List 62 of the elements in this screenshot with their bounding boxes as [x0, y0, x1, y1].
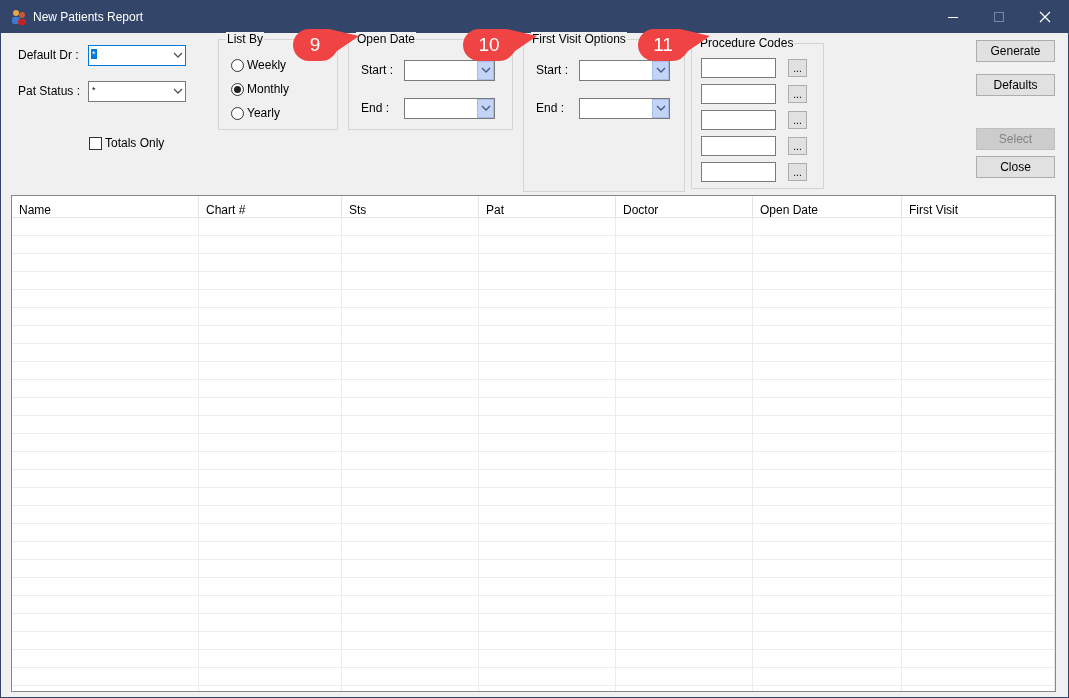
callout-number: 10: [477, 34, 501, 56]
chevron-down-icon: [655, 105, 666, 111]
radio-label: Yearly: [247, 106, 280, 120]
field-label: Default Dr :: [18, 48, 80, 62]
browse-button[interactable]: ...: [788, 137, 807, 155]
column-header[interactable]: Open Date: [753, 196, 902, 217]
checkbox-label: Totals Only: [105, 136, 165, 150]
chevron-down-icon: [173, 88, 183, 94]
group-title: Procedure Codes: [699, 36, 795, 50]
field-label: End :: [536, 101, 566, 115]
minimize-icon: [948, 16, 958, 18]
group-title: Open Date: [356, 32, 417, 46]
radio-button[interactable]: [231, 58, 244, 72]
callout-number: 9: [308, 34, 322, 56]
browse-button[interactable]: ...: [788, 111, 807, 129]
radio-dot-icon: [234, 85, 241, 93]
browse-button[interactable]: ...: [788, 85, 807, 103]
dropdown-field[interactable]: *: [88, 44, 186, 66]
checkbox[interactable]: [89, 136, 102, 150]
browse-button[interactable]: ...: [788, 59, 807, 77]
code-input[interactable]: [701, 58, 776, 78]
chevron-down-icon: [655, 67, 666, 73]
radio-label: Weekly: [247, 58, 287, 72]
column-header[interactable]: Pat: [479, 196, 616, 217]
field-label: Start :: [536, 63, 569, 77]
chevron-down-icon: [480, 105, 491, 111]
dropdown-field[interactable]: *: [88, 80, 186, 102]
close-icon: [1039, 11, 1051, 23]
callout-badge: [293, 29, 359, 61]
field-label: End :: [361, 101, 391, 115]
dropdown-button[interactable]: [652, 98, 669, 118]
dropdown-button[interactable]: [477, 98, 494, 118]
action-button[interactable]: Defaults: [976, 74, 1055, 96]
column-header[interactable]: Chart #: [199, 196, 342, 217]
window-title: New Patients Report: [33, 10, 145, 24]
field-label: Pat Status :: [18, 84, 82, 98]
browse-button[interactable]: ...: [788, 163, 807, 181]
code-input[interactable]: [701, 110, 776, 130]
radio-label: Monthly: [247, 82, 290, 96]
code-input[interactable]: [701, 136, 776, 156]
action-button[interactable]: Generate: [976, 40, 1055, 62]
field-label: Start :: [361, 63, 394, 77]
date-field[interactable]: [579, 97, 670, 119]
date-field[interactable]: [404, 97, 495, 119]
chevron-down-icon: [173, 52, 183, 58]
action-button[interactable]: Close: [976, 156, 1055, 178]
people-icon: [11, 9, 27, 25]
column-header[interactable]: First Visit: [902, 196, 1055, 217]
column-header[interactable]: Doctor: [616, 196, 753, 217]
radio-button[interactable]: [231, 82, 244, 96]
column-header[interactable]: Sts: [342, 196, 479, 217]
date-field[interactable]: [404, 59, 495, 81]
chevron-down-icon: [480, 67, 491, 73]
group-title: List By: [226, 32, 264, 46]
radio-button[interactable]: [231, 106, 244, 120]
column-header[interactable]: Name: [12, 196, 199, 217]
date-field[interactable]: [579, 59, 670, 81]
group-title: First Visit Options: [531, 32, 627, 46]
code-input[interactable]: [701, 162, 776, 182]
maximize-icon: [994, 12, 1004, 22]
callout-number: 11: [652, 34, 674, 56]
code-input[interactable]: [701, 84, 776, 104]
